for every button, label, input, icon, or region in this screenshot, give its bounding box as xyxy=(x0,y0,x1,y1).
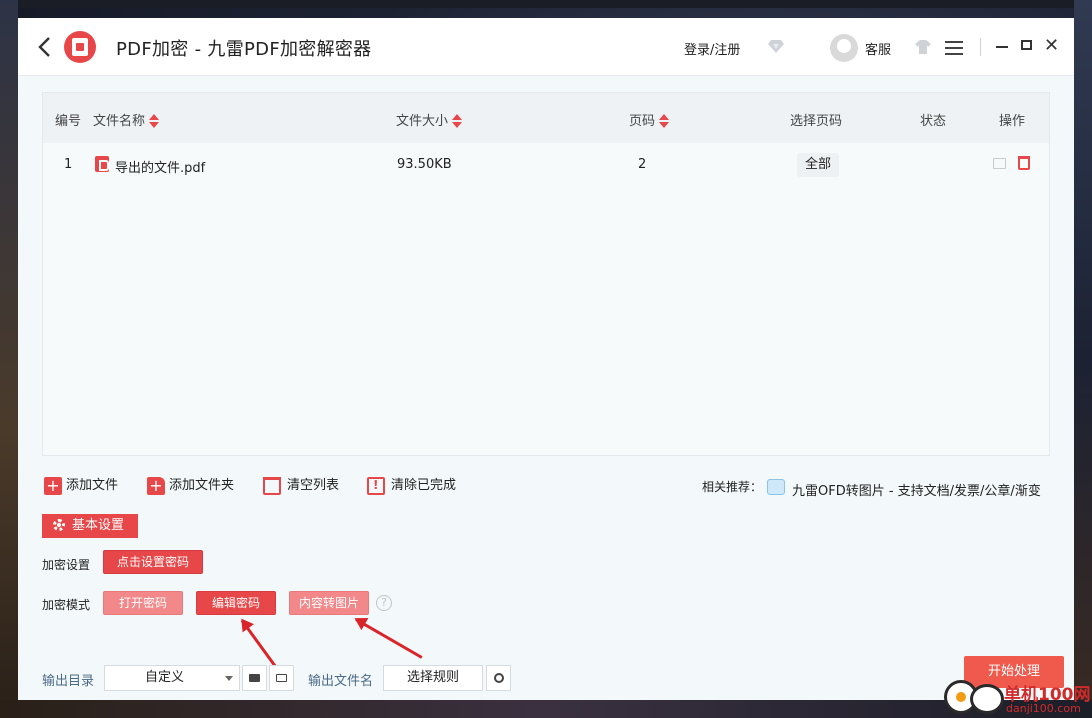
add-folder-button[interactable]: + 添加文件夹 xyxy=(147,474,234,496)
clear-list-button[interactable]: 清空列表 xyxy=(263,474,339,496)
add-folder-icon: + xyxy=(147,476,165,495)
open-folder-icon[interactable] xyxy=(993,158,1006,169)
folder-open-icon xyxy=(276,674,287,682)
add-file-label: 添加文件 xyxy=(66,478,119,493)
menu-icon[interactable] xyxy=(945,41,963,55)
col-size[interactable]: 文件大小 xyxy=(396,110,463,130)
sort-icon[interactable] xyxy=(452,113,463,129)
support-link[interactable]: 客服 xyxy=(865,39,891,58)
watermark-badge-icon xyxy=(970,684,1004,714)
select-rule-button[interactable]: 选择规则 xyxy=(383,665,483,691)
output-dir-value: 自定义 xyxy=(145,670,185,685)
col-size-label: 文件大小 xyxy=(396,114,449,129)
open-output-folder-button[interactable] xyxy=(269,665,294,691)
col-ops: 操作 xyxy=(999,114,1026,129)
delete-icon[interactable] xyxy=(1018,156,1030,170)
chevron-down-icon xyxy=(225,676,233,681)
basic-settings-button[interactable]: 基本设置 xyxy=(42,514,138,538)
col-status: 状态 xyxy=(920,114,947,129)
clear-done-label: 清除已完成 xyxy=(391,478,457,493)
add-file-icon: + xyxy=(44,476,62,495)
desktop-right-strip xyxy=(1074,0,1092,718)
basic-settings-label: 基本设置 xyxy=(72,518,125,533)
file-list-panel: 编号 文件名称 文件大小 页码 选择页码 状态 操作 1 导出的文件.pdf 9… xyxy=(42,92,1050,456)
mode-open-password-button[interactable]: 打开密码 xyxy=(103,591,183,615)
recommend-link[interactable]: 九雷OFD转图片 - 支持文档/发票/公章/渐变 xyxy=(792,480,1062,499)
row-size: 93.50KB xyxy=(397,157,452,172)
col-index: 编号 xyxy=(55,114,82,129)
add-folder-label: 添加文件夹 xyxy=(169,478,235,493)
minimize-icon[interactable] xyxy=(996,46,1008,48)
mode-edit-password-button[interactable]: 编辑密码 xyxy=(196,591,276,615)
encrypt-setting-label: 加密设置 xyxy=(42,558,91,572)
sort-icon[interactable] xyxy=(149,113,160,129)
gear-icon xyxy=(53,519,65,531)
clear-list-label: 清空列表 xyxy=(287,478,340,493)
sort-icon[interactable] xyxy=(659,113,670,129)
col-pages-label: 页码 xyxy=(629,114,656,129)
row-filename: 导出的文件.pdf xyxy=(115,161,206,176)
folder-icon xyxy=(249,674,260,682)
clear-done-icon xyxy=(367,476,385,495)
title-separator xyxy=(980,38,981,56)
close-icon[interactable]: ✕ xyxy=(1044,35,1059,56)
desktop-bottom-strip xyxy=(0,700,1092,718)
encrypt-mode-label: 加密模式 xyxy=(42,598,91,612)
recommend-label: 相关推荐： xyxy=(702,480,763,494)
output-dir-select[interactable]: 自定义 xyxy=(104,665,240,691)
title-bar: PDF加密 - 九雷PDF加密解密器 登录/注册 客服 ✕ xyxy=(18,18,1074,76)
col-pages[interactable]: 页码 xyxy=(629,110,670,130)
col-name[interactable]: 文件名称 xyxy=(93,110,160,130)
help-icon[interactable]: ? xyxy=(376,595,392,611)
rule-settings-button[interactable] xyxy=(486,665,511,691)
maximize-icon[interactable] xyxy=(1021,40,1032,50)
annotation-arrow-image xyxy=(355,618,423,659)
login-link[interactable]: 登录/注册 xyxy=(684,39,740,58)
tshirt-icon[interactable] xyxy=(915,40,931,54)
back-arrow-icon[interactable] xyxy=(36,36,52,58)
pdf-file-icon xyxy=(95,156,109,172)
app-title: PDF加密 - 九雷PDF加密解密器 xyxy=(116,39,372,60)
col-name-label: 文件名称 xyxy=(93,114,146,129)
output-name-label: 输出文件名 xyxy=(308,674,374,689)
table-row[interactable]: 1 导出的文件.pdf 93.50KB 2 全部 xyxy=(43,143,1049,187)
col-range: 选择页码 xyxy=(790,114,843,129)
clear-done-button[interactable]: 清除已完成 xyxy=(367,474,456,496)
row-pages: 2 xyxy=(638,157,647,172)
watermark-url: danji100.com xyxy=(1006,702,1081,715)
cog-icon xyxy=(494,673,504,683)
support-avatar-icon[interactable] xyxy=(830,34,858,62)
diamond-icon[interactable] xyxy=(768,39,784,53)
app-window: PDF加密 - 九雷PDF加密解密器 登录/注册 客服 ✕ 编号 文件名称 文件… xyxy=(18,18,1074,700)
ofd-app-icon[interactable] xyxy=(767,479,785,495)
desktop-top-strip xyxy=(0,0,1092,8)
browse-folder-button[interactable] xyxy=(242,665,267,691)
trash-outline-icon xyxy=(263,476,281,495)
output-dir-label: 输出目录 xyxy=(42,674,95,689)
table-header: 编号 文件名称 文件大小 页码 选择页码 状态 操作 xyxy=(43,93,1049,143)
desktop-left-strip xyxy=(0,0,18,718)
set-password-button[interactable]: 点击设置密码 xyxy=(103,550,203,574)
row-index: 1 xyxy=(64,157,73,172)
add-file-button[interactable]: + 添加文件 xyxy=(44,474,118,496)
app-logo-icon xyxy=(64,31,96,63)
page-range-select[interactable]: 全部 xyxy=(797,153,839,177)
